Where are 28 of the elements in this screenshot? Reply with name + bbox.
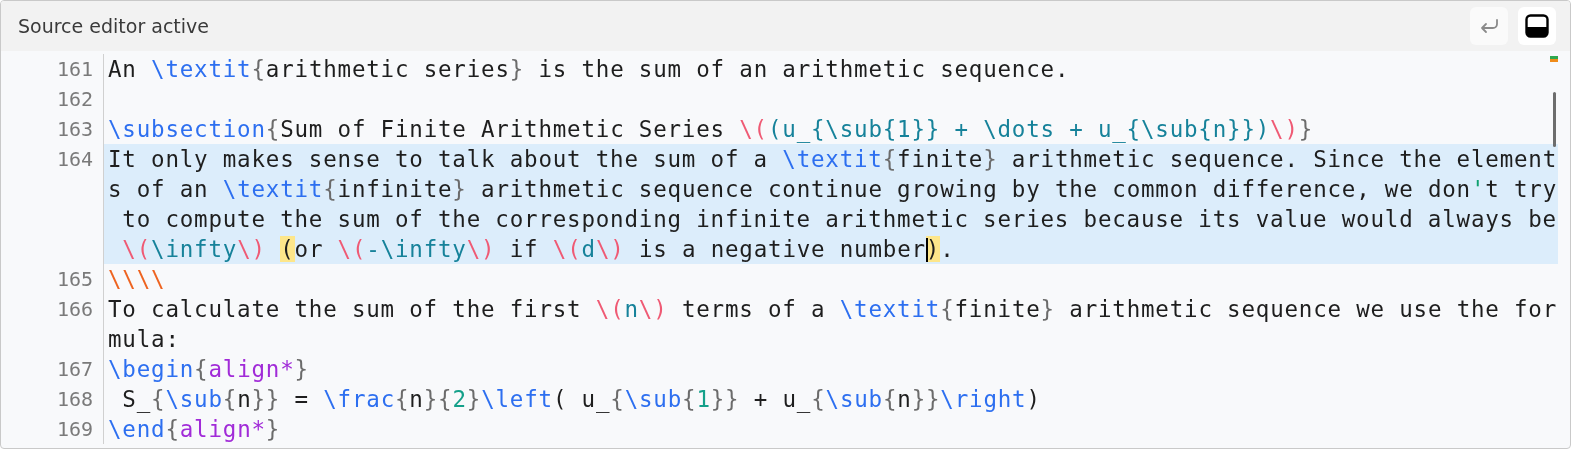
panel-icon <box>1525 14 1549 38</box>
return-arrow-icon <box>1478 18 1500 34</box>
code-line: S_{\sub{n}} = \frac{n}{2}\left( u_{\sub{1}} + u_{\sub{n}}\right) <box>121 385 1041 414</box>
return-button[interactable] <box>1470 7 1508 45</box>
scrollbar-thumb[interactable] <box>1553 92 1556 147</box>
code-line: \end{align*} <box>107 415 281 444</box>
panel-toggle-button[interactable] <box>1518 7 1556 45</box>
code-line: \\\\ <box>107 265 166 294</box>
code-line: \begin{align*} <box>107 355 309 384</box>
line-number: 163 <box>56 117 93 141</box>
code-line: mula: <box>107 325 180 354</box>
line-number: 168 <box>56 387 93 411</box>
line-number: 167 <box>56 357 93 381</box>
change-marker <box>1550 56 1558 62</box>
line-number: 169 <box>56 417 93 441</box>
code-line: \(\infty\) (or \(-\infty\) if \(d\) is a negative number). <box>121 235 955 264</box>
code-line: To calculate the sum of the first \(n\) terms of a \textit{finite} arithmetic sequence we use the for <box>107 295 1558 324</box>
line-number: 166 <box>56 297 93 321</box>
header-title: Source editor active <box>18 13 209 39</box>
code-line: \subsection{Sum of Finite Arithmetic Series \((u_{\sub{1}} + \dots + u_{\sub{n}})\)} <box>107 115 1314 144</box>
line-number: 164 <box>56 147 93 171</box>
line-number: 161 <box>56 57 93 81</box>
line-number: 162 <box>56 87 93 111</box>
code-line: An \textit{arithmetic series} is the sum of an arithmetic sequence. <box>107 55 1070 84</box>
line-number: 165 <box>56 267 93 291</box>
code-line: It only makes sense to talk about the sum of a \textit{finite} arithmetic sequence. Since the element <box>107 145 1557 174</box>
code-line: to compute the sum of the corresponding infinite arithmetic series because its value would always be <box>121 205 1557 234</box>
code-line: s of an \textit{infinite} arithmetic sequence continue growing by the common difference, we don't try <box>107 175 1558 204</box>
